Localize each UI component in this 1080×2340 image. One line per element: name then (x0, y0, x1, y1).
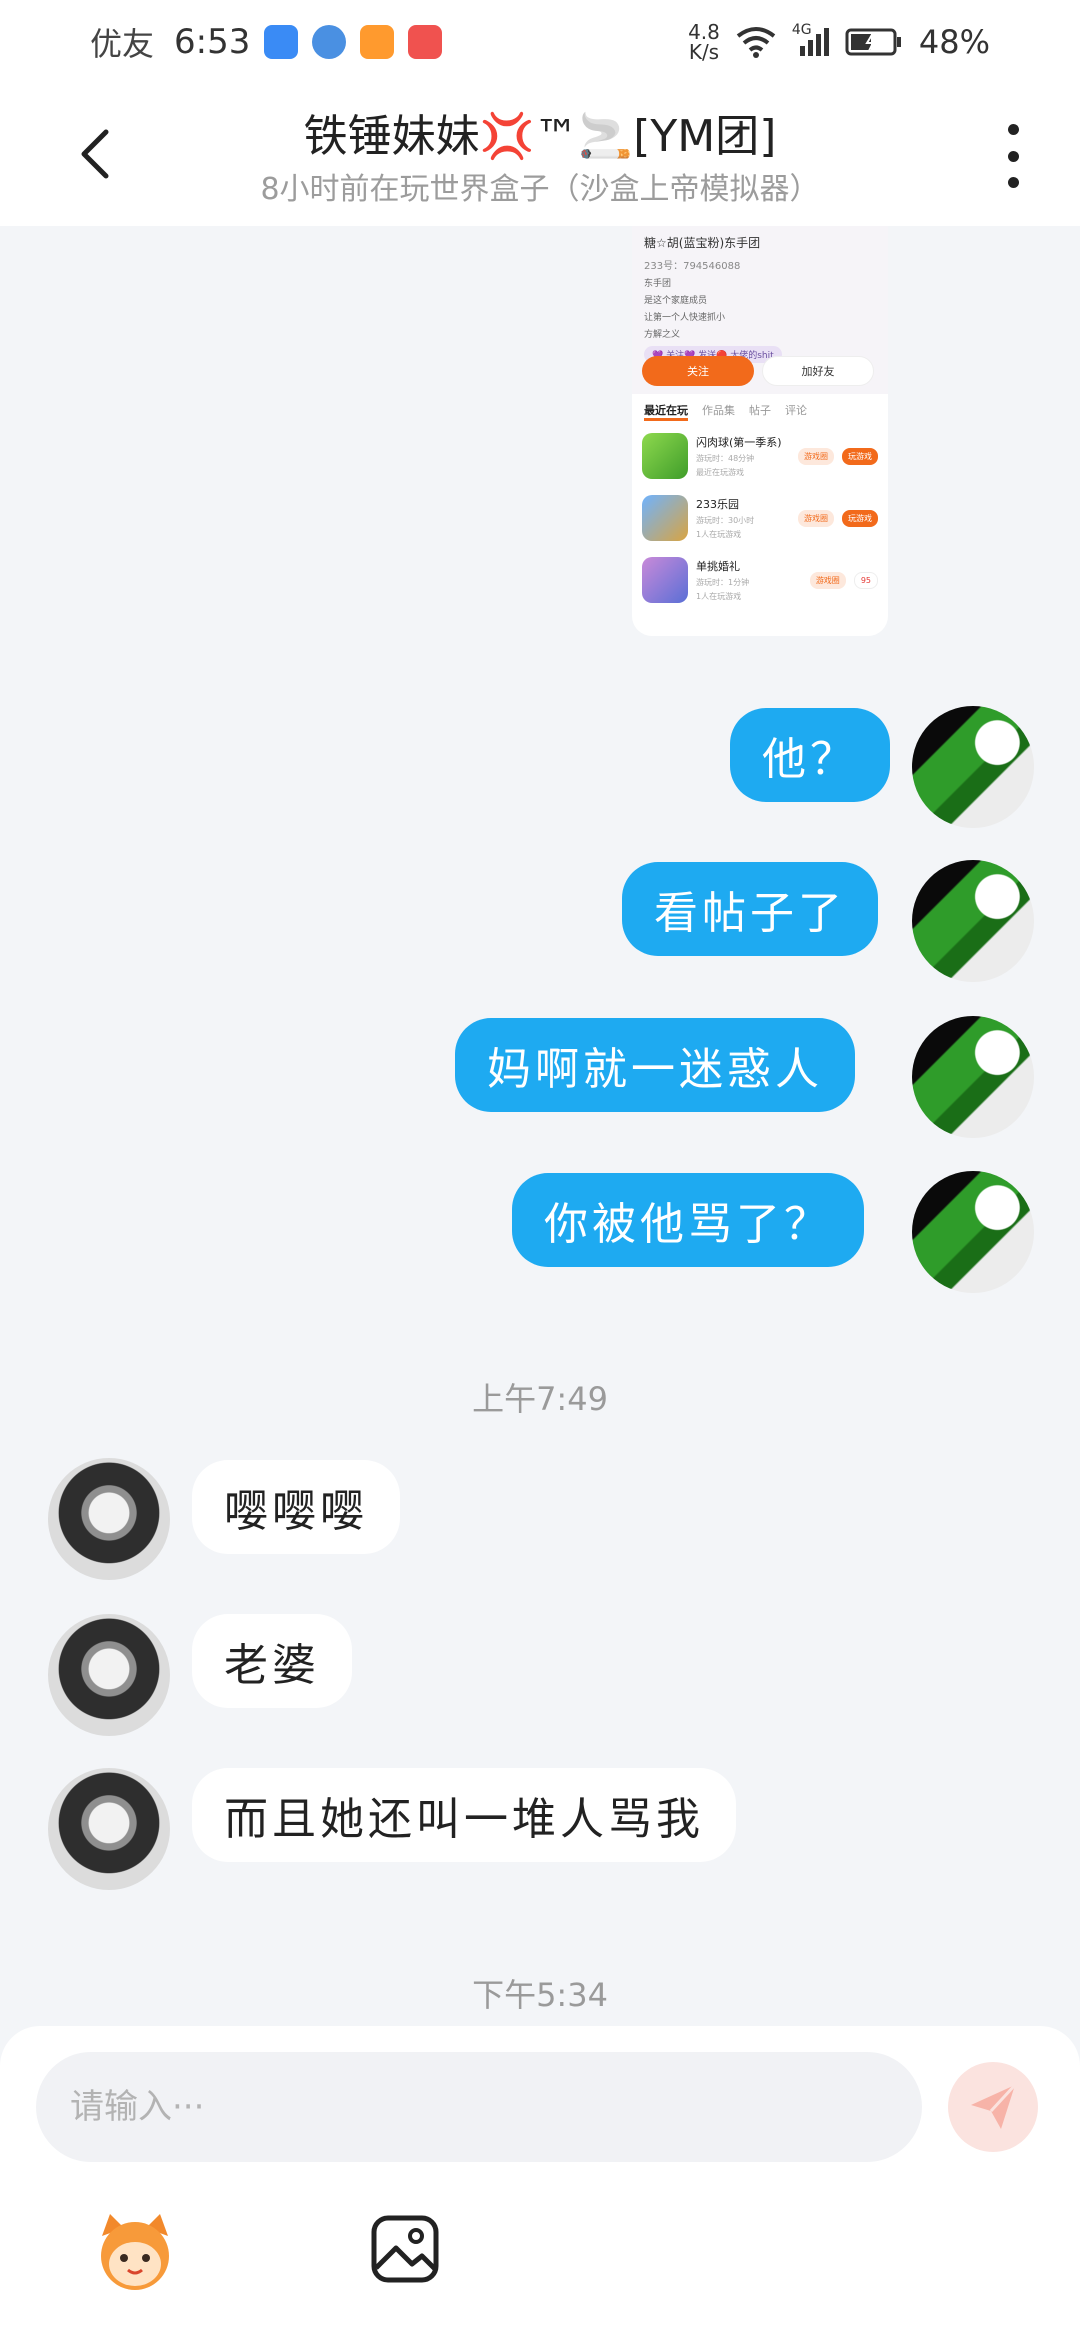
wifi-icon (736, 27, 776, 58)
game-name: 233乐园 (696, 498, 739, 511)
screenshot-tab: 最近在玩 (644, 402, 688, 421)
my-avatar[interactable] (912, 1016, 1034, 1138)
send-button[interactable] (948, 2062, 1038, 2152)
screenshot-tab: 帖子 (749, 404, 771, 417)
screenshot-profile-section: 糖☆胡(蓝宝粉)东手团 233号：794546088 东手团 是这个家庭成员 让… (632, 226, 888, 394)
screenshot-game-row: 闪肉球(第一季系) 游玩时：48分钟 最近在玩游戏 游戏圈 玩游戏 (632, 425, 888, 487)
screenshot-add-friend-button: 加好友 (762, 356, 874, 386)
speed-unit: K/s (688, 40, 720, 64)
status-left: 优友 6:53 (90, 19, 443, 65)
game-chip: 玩游戏 (842, 447, 878, 465)
screenshot-tab: 作品集 (702, 404, 735, 417)
network-speed: 4.8 K/s (688, 22, 720, 62)
game-name: 单挑婚礼 (696, 560, 740, 573)
screenshot-action-buttons: 关注 加好友 (642, 356, 874, 386)
image-button[interactable] (368, 2212, 442, 2286)
game-thumbnail (642, 495, 688, 541)
carrier-label: 优友 (90, 25, 155, 63)
my-avatar[interactable] (912, 1171, 1034, 1293)
chat-subtitle: 8小时前在玩世界盒子（沙盒上帝模拟器） (260, 172, 820, 207)
game-thumbnail (642, 433, 688, 479)
incoming-message-bubble[interactable]: 而且她还叫一堆人骂我 (192, 1768, 736, 1862)
emoji-button[interactable] (90, 2206, 180, 2296)
huawei-store-notification-icon (408, 25, 443, 59)
speed-value: 4.8 (688, 20, 720, 44)
image-icon (371, 2215, 439, 2283)
message-timestamp: 上午7:49 (472, 1380, 608, 1418)
paper-plane-icon (971, 2083, 1017, 2129)
battery-percent: 48% (918, 23, 990, 61)
game-chip: 游戏圈 (798, 447, 834, 465)
screenshot-bio-line: 让第一个人快速抓小 (644, 313, 726, 323)
cartoon-emoji-icon (101, 2214, 169, 2290)
game-meta: 游玩时：30小时 (696, 516, 755, 525)
status-right: 4.8 K/s 4G 48% (688, 22, 990, 62)
game-name: 闪肉球(第一季系) (696, 436, 782, 449)
outgoing-message-bubble[interactable]: 看帖子了 (622, 862, 878, 956)
screenshot-game-row: 233乐园 游玩时：30小时 1人在玩游戏 游戏圈 玩游戏 (632, 487, 888, 549)
chat-header: 铁锤妹妹💢™🚬[YM团] 8小时前在玩世界盒子（沙盒上帝模拟器） (0, 84, 1080, 226)
game-info: 233乐园 游玩时：30小时 1人在玩游戏 (696, 496, 790, 540)
screenshot-profile-name: 糖☆胡(蓝宝粉)东手团 (644, 236, 761, 250)
signal-indicator: 4G (792, 22, 829, 56)
message-input-area (0, 2026, 1080, 2340)
screenshot-tab: 评论 (785, 404, 807, 417)
more-options-button[interactable] (998, 124, 1028, 188)
more-vertical-icon-dot (1007, 124, 1019, 135)
screenshot-bio-line: 东手团 (644, 279, 672, 289)
screenshot-follow-button: 关注 (642, 356, 754, 386)
outgoing-message-bubble[interactable]: 妈啊就一迷惑人 (455, 1018, 855, 1112)
game-chip: 游戏圈 (809, 571, 846, 589)
status-bar: 优友 6:53 4.8 K/s 4G 48% (0, 0, 1080, 84)
more-vertical-icon-dot (1007, 150, 1019, 162)
signal-bar (807, 40, 813, 56)
game-meta: 1人在玩游戏 (696, 592, 742, 601)
incoming-message-bubble[interactable]: 嘤嘤嘤 (192, 1460, 400, 1554)
contact-avatar[interactable] (48, 1768, 170, 1890)
outgoing-message-bubble[interactable]: 你被他骂了？ (512, 1173, 864, 1267)
screenshot-game-row: 单挑婚礼 游玩时：1分钟 1人在玩游戏 游戏圈 95 (632, 549, 888, 611)
message-input[interactable] (36, 2052, 922, 2162)
outgoing-message-bubble[interactable]: 他？ (730, 708, 890, 802)
game-info: 单挑婚礼 游玩时：1分钟 1人在玩游戏 (696, 558, 802, 602)
signal-bar (799, 46, 805, 56)
browser-notification-icon (312, 25, 347, 59)
chat-title: 铁锤妹妹💢™🚬[YM团] (303, 111, 777, 162)
game-info: 闪肉球(第一季系) 游玩时：48分钟 最近在玩游戏 (696, 434, 790, 478)
video-notification-icon (360, 25, 395, 59)
shared-screenshot-message[interactable]: 糖☆胡(蓝宝粉)东手团 233号：794546088 东手团 是这个家庭成员 让… (632, 226, 888, 636)
contact-avatar[interactable] (48, 1614, 170, 1736)
contact-avatar[interactable] (48, 1458, 170, 1580)
my-avatar[interactable] (912, 860, 1034, 982)
screenshot-bio-line: 方解之义 (644, 330, 681, 340)
network-type-label: 4G (791, 22, 812, 38)
more-vertical-icon-dot (1007, 177, 1019, 188)
game-chip: 95 (853, 571, 878, 589)
my-avatar[interactable] (912, 706, 1034, 828)
message-timestamp: 下午5:34 (472, 1976, 608, 2014)
game-meta: 游玩时：1分钟 (696, 578, 750, 587)
game-thumbnail (642, 557, 688, 603)
screenshot-bio-line: 是这个家庭成员 (644, 296, 708, 306)
status-clock: 6:53 (174, 22, 251, 62)
game-chip: 玩游戏 (842, 509, 878, 527)
screenshot-profile-id: 233号：794546088 (644, 261, 741, 272)
signal-bar (823, 28, 829, 56)
battery-icon (845, 28, 901, 56)
game-meta: 游玩时：48分钟 (696, 454, 755, 463)
screenshot-tabs: 最近在玩 作品集 帖子 评论 (632, 394, 888, 425)
cloud-notification-icon (264, 25, 299, 59)
game-chip: 游戏圈 (798, 509, 834, 527)
game-meta: 最近在玩游戏 (696, 468, 744, 477)
game-meta: 1人在玩游戏 (696, 530, 742, 539)
signal-bar (815, 34, 821, 56)
incoming-message-bubble[interactable]: 老婆 (192, 1614, 352, 1708)
